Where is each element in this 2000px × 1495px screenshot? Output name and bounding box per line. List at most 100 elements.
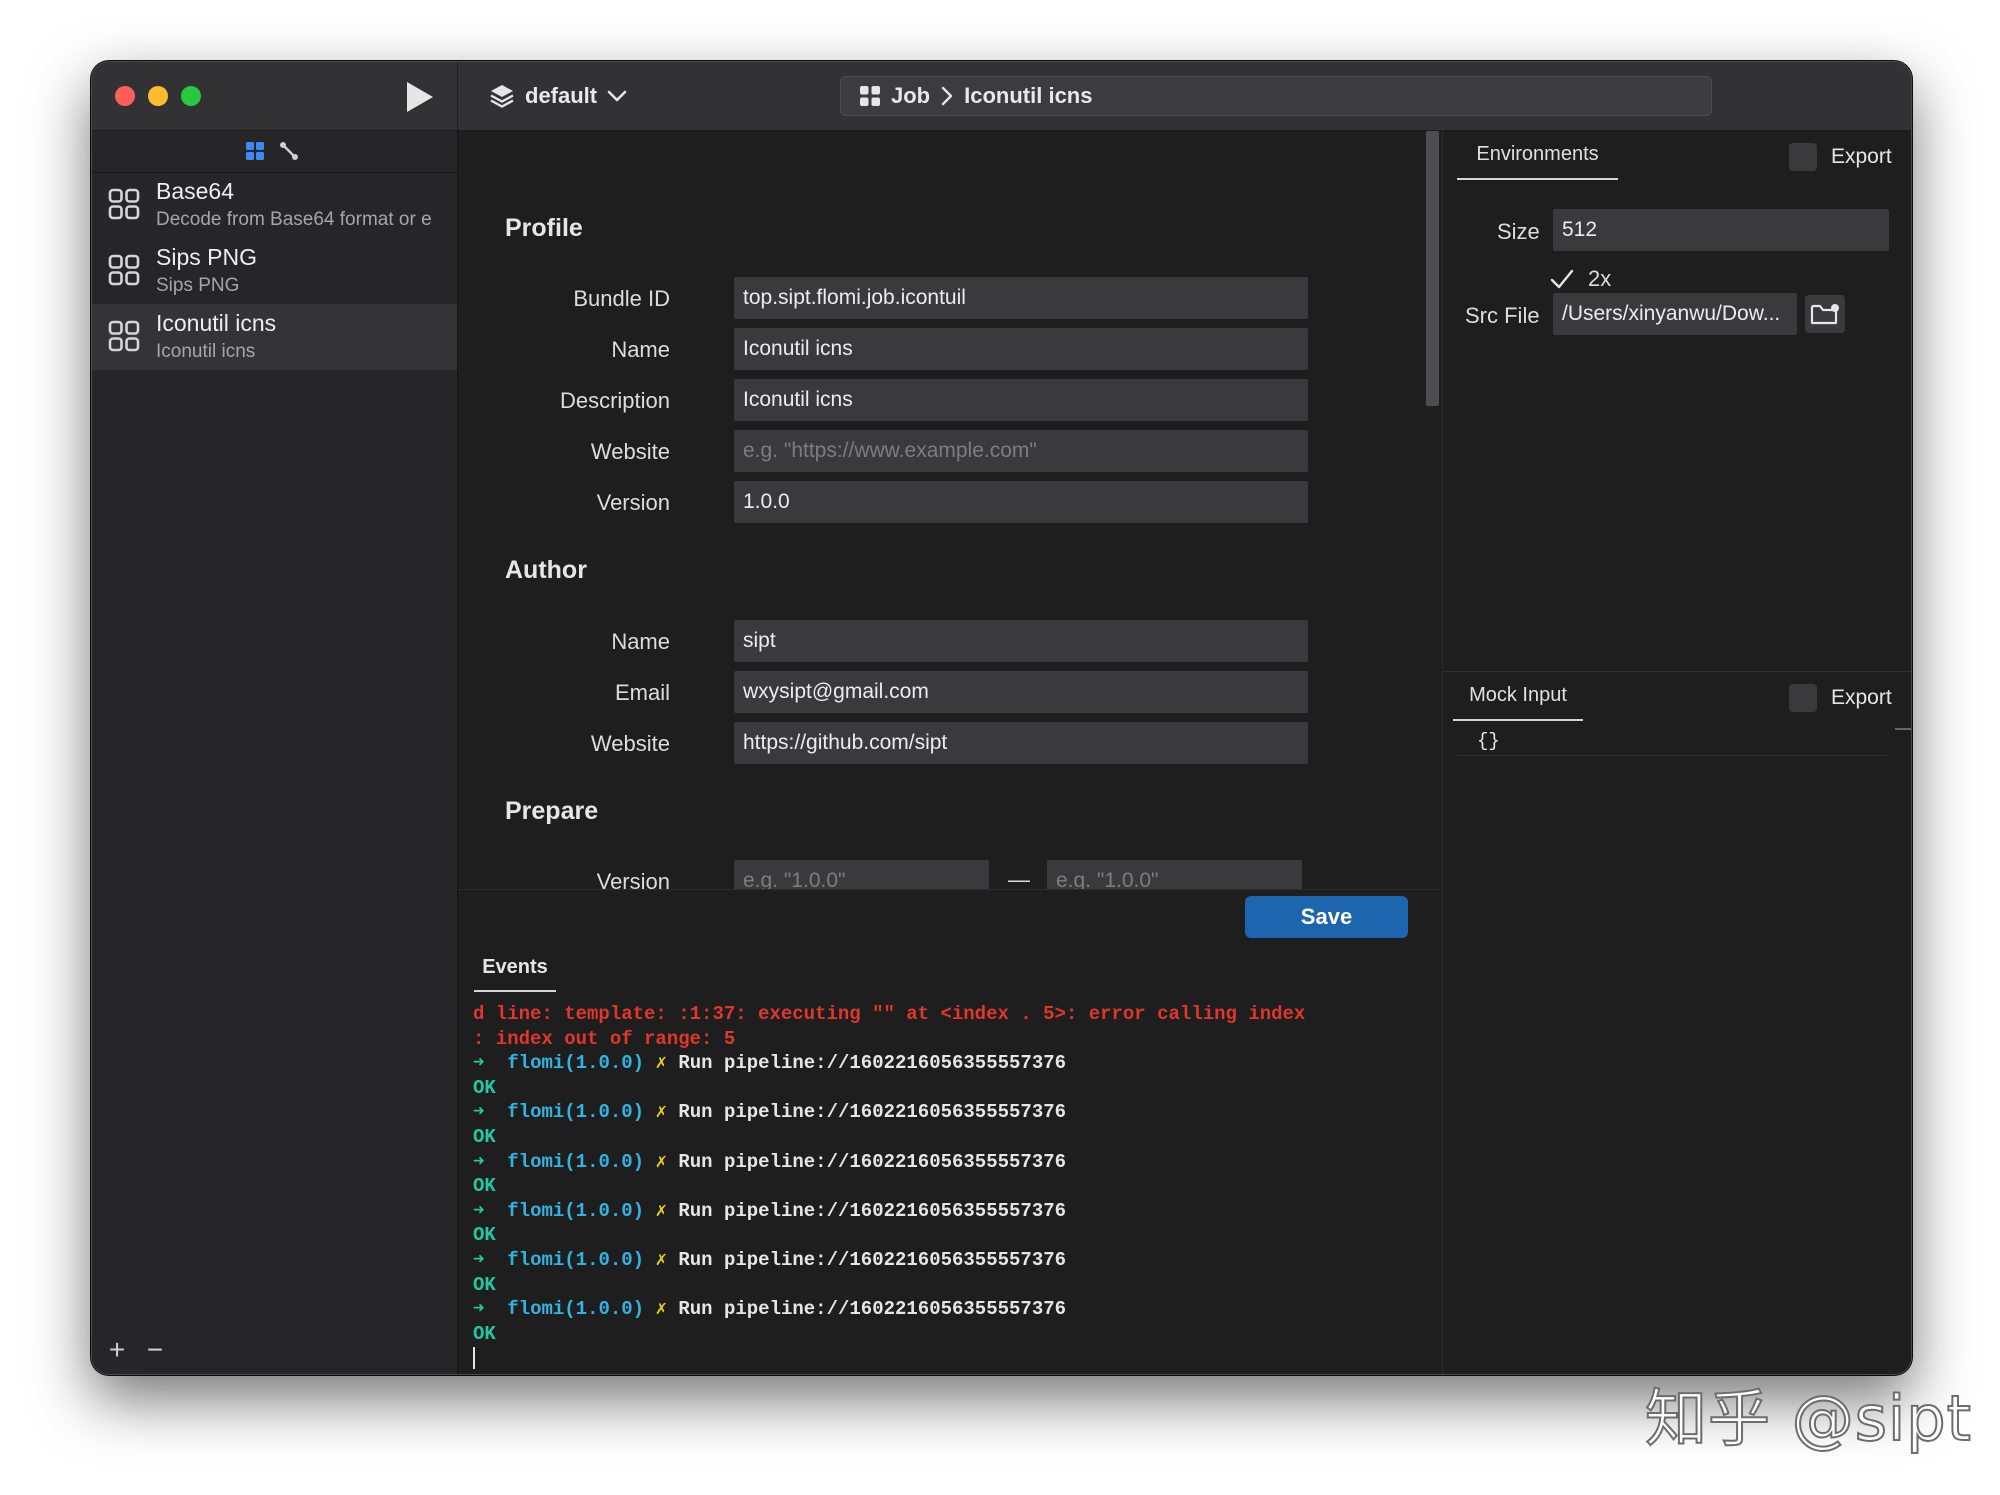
job-title: Base64 bbox=[156, 178, 235, 204]
website-label: Website bbox=[590, 439, 670, 464]
tab-mock-input[interactable]: Mock Input bbox=[1453, 672, 1583, 721]
console-arrow: ➜ bbox=[473, 1199, 485, 1222]
sidebar-tabs bbox=[92, 131, 457, 173]
src-file-field[interactable] bbox=[1553, 293, 1797, 335]
job-title: Iconutil icns bbox=[156, 310, 277, 336]
console-mark: ✗ bbox=[655, 1248, 667, 1271]
sidebar-footer: + − bbox=[106, 1334, 166, 1366]
version-label: Version bbox=[596, 490, 670, 515]
console-run-text: Run pipeline://1602216056355557376 bbox=[678, 1150, 1067, 1173]
profile-select[interactable]: default bbox=[489, 78, 627, 114]
tab-environments[interactable]: Environments bbox=[1457, 131, 1618, 180]
section-title-prepare: Prepare bbox=[505, 797, 599, 825]
job-subtitle: Decode from Base64 format or e bbox=[156, 209, 432, 230]
bundle-id-field[interactable] bbox=[734, 277, 1308, 319]
author-email-field[interactable] bbox=[734, 671, 1308, 713]
author-name-field[interactable] bbox=[734, 620, 1308, 662]
mock-input-export-label: Export bbox=[1831, 686, 1892, 709]
events-console: d line: template: :1:37: executing "" at… bbox=[473, 1002, 1433, 1371]
grid-icon bbox=[108, 188, 140, 220]
version-field[interactable] bbox=[734, 481, 1308, 523]
console-arrow: ➜ bbox=[473, 1298, 485, 1321]
console-error-text: : index out of range: 5 bbox=[473, 1027, 736, 1050]
tab-pipelines[interactable] bbox=[277, 139, 301, 163]
job-subtitle: Sips PNG bbox=[156, 275, 240, 296]
section-title-profile: Profile bbox=[505, 214, 583, 242]
console-package: flomi(1.0.0) bbox=[507, 1150, 645, 1173]
console-mark: ✗ bbox=[655, 1150, 667, 1173]
run-button[interactable] bbox=[403, 80, 437, 114]
mock-input-panel: Mock Input Export {} bbox=[1442, 671, 1911, 1374]
retina-checkbox[interactable] bbox=[1548, 265, 1576, 293]
description-label: Description bbox=[559, 388, 670, 413]
form-scrollbar[interactable] bbox=[1426, 131, 1439, 406]
tab-jobs[interactable] bbox=[243, 139, 267, 163]
console-package: flomi(1.0.0) bbox=[507, 1248, 645, 1271]
grid-icon bbox=[860, 86, 880, 106]
grid-icon bbox=[108, 254, 140, 286]
console-line: : index out of range: 5 bbox=[473, 1027, 1433, 1052]
console-arrow: ➜ bbox=[473, 1248, 485, 1271]
zoom-window-button[interactable] bbox=[181, 86, 201, 106]
console-status: OK bbox=[473, 1224, 496, 1247]
console-line: d line: template: :1:37: executing "" at… bbox=[473, 1002, 1433, 1027]
console-line: OK bbox=[473, 1125, 1433, 1150]
name-field[interactable] bbox=[734, 328, 1308, 370]
name-label: Name bbox=[611, 337, 670, 362]
remove-job-button[interactable]: − bbox=[144, 1334, 166, 1366]
breadcrumb-root[interactable]: Job bbox=[891, 83, 930, 109]
job-item-base64[interactable]: Base64 Decode from Base64 format or e bbox=[92, 172, 457, 238]
console-line bbox=[473, 1346, 1433, 1371]
size-label: Size bbox=[1497, 219, 1540, 244]
size-field[interactable] bbox=[1553, 209, 1889, 251]
author-email-label: Email bbox=[614, 680, 670, 705]
pipeline-icon bbox=[280, 142, 298, 160]
console-line: OK bbox=[473, 1223, 1433, 1248]
description-field[interactable] bbox=[734, 379, 1308, 421]
breadcrumb: Job Iconutil icns bbox=[840, 76, 1712, 116]
close-window-button[interactable] bbox=[115, 86, 135, 106]
minimize-window-button[interactable] bbox=[148, 86, 168, 106]
profile-select-label: default bbox=[525, 83, 598, 108]
environments-export: Export bbox=[1789, 143, 1892, 171]
website-field[interactable] bbox=[734, 430, 1308, 472]
add-job-button[interactable]: + bbox=[106, 1334, 128, 1366]
console-run-text: Run pipeline://1602216056355557376 bbox=[678, 1248, 1067, 1271]
console-line: ➜ flomi(1.0.0) ✗ Run pipeline://16022160… bbox=[473, 1150, 1433, 1175]
job-item-iconutil-icns[interactable]: Iconutil icns Iconutil icns bbox=[92, 304, 457, 370]
browse-file-button[interactable] bbox=[1805, 295, 1845, 333]
save-button[interactable]: Save bbox=[1245, 896, 1408, 938]
console-line: ➜ flomi(1.0.0) ✗ Run pipeline://16022160… bbox=[473, 1051, 1433, 1076]
console-status: OK bbox=[473, 1322, 496, 1345]
environments-export-label: Export bbox=[1831, 145, 1892, 168]
console-error-text: d line: template: :1:37: executing "" at… bbox=[473, 1003, 1306, 1025]
console-line: OK bbox=[473, 1322, 1433, 1347]
author-website-label: Website bbox=[590, 731, 670, 756]
author-website-field[interactable] bbox=[734, 722, 1308, 764]
job-item-sips-png[interactable]: Sips PNG Sips PNG bbox=[92, 238, 457, 304]
tab-events[interactable]: Events bbox=[474, 944, 556, 992]
section-title-author: Author bbox=[505, 556, 587, 584]
folder-open-icon bbox=[1810, 304, 1839, 325]
console-line: ➜ flomi(1.0.0) ✗ Run pipeline://16022160… bbox=[473, 1199, 1433, 1224]
console-arrow: ➜ bbox=[473, 1101, 485, 1124]
console-run-text: Run pipeline://1602216056355557376 bbox=[678, 1298, 1067, 1321]
retina-label: 2x bbox=[1588, 266, 1612, 291]
src-file-label: Src File bbox=[1465, 303, 1540, 328]
console-cursor bbox=[473, 1347, 475, 1370]
console-package: flomi(1.0.0) bbox=[507, 1052, 645, 1075]
mock-input-export-checkbox[interactable] bbox=[1789, 684, 1817, 712]
console-run-text: Run pipeline://1602216056355557376 bbox=[678, 1199, 1067, 1222]
title-bar: default Job Iconutil icns bbox=[92, 62, 1911, 131]
mock-input-editor[interactable]: {} bbox=[1457, 730, 1887, 756]
play-icon bbox=[407, 82, 433, 112]
console-status: OK bbox=[473, 1175, 496, 1198]
layers-icon bbox=[490, 85, 514, 108]
environments-export-checkbox[interactable] bbox=[1789, 143, 1817, 171]
console-arrow: ➜ bbox=[473, 1052, 485, 1075]
console-status: OK bbox=[473, 1125, 496, 1148]
console-line: OK bbox=[473, 1076, 1433, 1101]
grid-icon bbox=[246, 142, 264, 160]
mock-input-scrollbar[interactable] bbox=[1895, 728, 1911, 730]
chevron-right-icon bbox=[941, 86, 953, 106]
